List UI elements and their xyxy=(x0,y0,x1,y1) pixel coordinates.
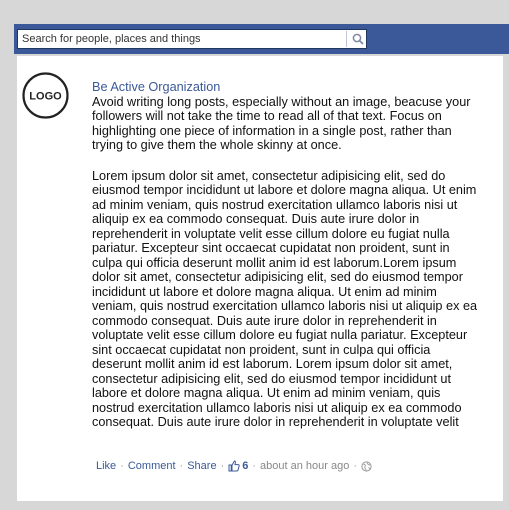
post-intro-text: Avoid writing long posts, especially wit… xyxy=(92,94,471,153)
page-logo[interactable]: LOGO xyxy=(22,72,69,119)
share-link[interactable]: Share xyxy=(187,460,216,472)
post-body-text: Lorem ipsum dolor sit amet, consectetur … xyxy=(92,168,478,430)
separator: · xyxy=(120,460,124,472)
like-count[interactable]: 6 xyxy=(228,460,248,472)
comment-link[interactable]: Comment xyxy=(128,460,176,472)
separator: · xyxy=(179,460,184,472)
separator: · xyxy=(353,460,358,472)
post-timestamp[interactable]: about an hour ago xyxy=(260,460,349,472)
like-count-value: 6 xyxy=(242,460,249,472)
globe-icon[interactable] xyxy=(361,460,372,472)
search-divider xyxy=(346,31,347,47)
search-icon[interactable] xyxy=(351,32,365,46)
search-placeholder: Search for people, places and things xyxy=(22,33,201,45)
logo-text: LOGO xyxy=(29,91,62,103)
like-link[interactable]: Like xyxy=(96,460,116,472)
post-actions-bar: Like · Comment · Share · 6 · about an ho… xyxy=(96,458,372,474)
separator: · xyxy=(252,460,257,472)
separator: · xyxy=(220,460,225,472)
post-content: Be Active Organization Avoid writing lon… xyxy=(92,80,480,430)
top-navigation-bar: Search for people, places and things xyxy=(14,24,509,54)
thumbs-up-icon xyxy=(228,460,240,472)
search-input[interactable]: Search for people, places and things xyxy=(17,29,367,49)
post-author-link[interactable]: Be Active Organization xyxy=(92,80,480,95)
